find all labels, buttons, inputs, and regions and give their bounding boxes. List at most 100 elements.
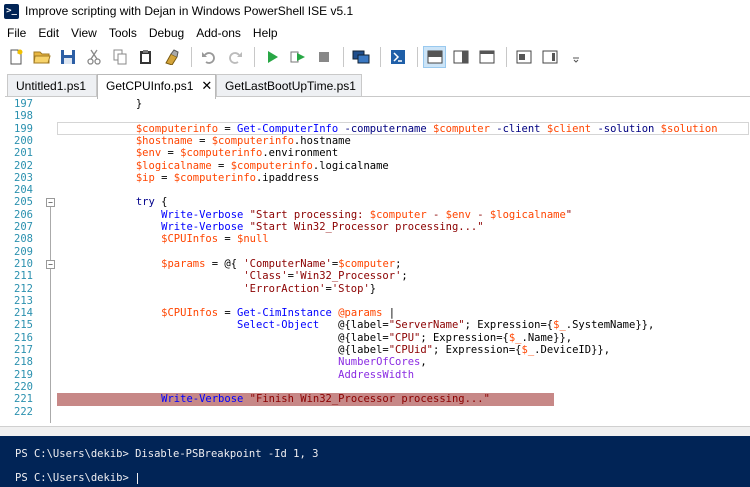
tab-label: Untitled1.ps1	[16, 79, 87, 93]
code-line[interactable]: 215 Select-Object @{label="ServerName"; …	[5, 319, 750, 331]
redo-icon[interactable]	[223, 46, 246, 68]
line-number: 201	[14, 147, 33, 160]
show-command-addon-icon[interactable]	[538, 46, 561, 68]
code-line[interactable]: 198	[5, 110, 750, 122]
code-text: Write-Verbose "Start Win32_Processor pro…	[161, 221, 484, 233]
menu-addons[interactable]: Add-ons	[190, 23, 247, 43]
close-icon[interactable]: ✕	[201, 78, 212, 93]
code-line[interactable]: 221 Write-Verbose "Finish Win32_Processo…	[5, 393, 750, 405]
collapse-icon[interactable]: −	[46, 198, 55, 208]
toolbar-separator	[380, 47, 381, 67]
code-line[interactable]: 197 }	[5, 98, 750, 110]
code-text: 'Class'='Win32_Processor';	[243, 270, 408, 283]
code-line[interactable]: 207 Write-Verbose "Start Win32_Processor…	[5, 221, 750, 233]
pane-splitter[interactable]	[0, 426, 750, 436]
line-number: 198	[14, 110, 33, 123]
code-line[interactable]: 210 − $params = @{ 'ComputerName'=$comput…	[5, 258, 750, 270]
tab-label: GetLastBootUpTime.ps1	[225, 79, 356, 93]
code-text: Write-Verbose "Finish Win32_Processor pr…	[161, 393, 490, 406]
tab-untitled1[interactable]: Untitled1.ps1	[7, 74, 97, 98]
new-file-icon[interactable]	[4, 46, 27, 68]
line-number: 205	[14, 196, 33, 209]
code-line[interactable]: 211 'Class'='Win32_Processor';	[5, 270, 750, 282]
code-line[interactable]: 208 $CPUInfos = $null	[5, 233, 750, 245]
toolbar-separator	[506, 47, 507, 67]
code-text: 'ErrorAction'='Stop'}	[243, 282, 377, 295]
console-pane[interactable]: PS C:\Users\dekib> Disable-PSBreakpoint …	[0, 436, 750, 487]
menu-tools[interactable]: Tools	[103, 23, 143, 43]
line-number: 215	[14, 319, 33, 332]
line-number: 204	[14, 184, 33, 197]
open-folder-icon[interactable]	[30, 46, 53, 68]
show-script-pane-top-icon[interactable]	[423, 46, 446, 68]
code-text: Write-Verbose "Start processing: $comput…	[161, 208, 573, 221]
script-editor[interactable]: 197 } 198 199 $computerinfo = Get-Computer…	[5, 96, 750, 426]
line-number: 212	[14, 282, 33, 295]
console-prompt-line[interactable]: PS C:\Users\dekib>	[15, 472, 139, 484]
menu-view[interactable]: View	[65, 23, 103, 43]
collapse-icon[interactable]: −	[46, 259, 55, 269]
code-line[interactable]: 212 'ErrorAction'='Stop'}	[5, 283, 750, 295]
code-line[interactable]: 200 $hostname = $computerinfo.hostname	[5, 135, 750, 147]
paste-icon[interactable]	[134, 46, 157, 68]
save-icon[interactable]	[56, 46, 79, 68]
code-text: try {	[135, 196, 168, 209]
stop-icon[interactable]	[312, 46, 335, 68]
show-script-pane-maximized-icon[interactable]	[475, 46, 498, 68]
menu-file[interactable]: File	[0, 23, 32, 43]
code-line[interactable]: 218 NumberOfCores,	[5, 356, 750, 368]
line-number: 209	[14, 245, 33, 258]
tab-getlastbootuptime[interactable]: GetLastBootUpTime.ps1	[216, 74, 362, 98]
code-text: $hostname = $computerinfo.hostname	[135, 134, 351, 147]
code-line[interactable]: 201 $env = $computerinfo.environment	[5, 147, 750, 159]
code-line[interactable]: 216 @{label="CPU"; Expression={$_.Name}}…	[5, 332, 750, 344]
show-command-window-icon[interactable]	[512, 46, 535, 68]
tab-getcpuinfo[interactable]: GetCPUInfo.ps1 ✕	[97, 74, 216, 99]
code-line[interactable]: 199 $computerinfo = Get-ComputerInfo -co…	[5, 123, 750, 135]
code-text: $CPUInfos = Get-CimInstance @params |	[161, 307, 396, 320]
code-text: $logicalname = $computerinfo.logicalname	[135, 159, 389, 172]
code-text: Select-Object @{label="ServerName"; Expr…	[237, 319, 655, 332]
cut-icon[interactable]	[82, 46, 105, 68]
code-text: $env = $computerinfo.environment	[135, 147, 339, 160]
toolbar-overflow-icon[interactable]	[564, 46, 587, 68]
menu-help[interactable]: Help	[247, 23, 284, 43]
code-text: $params = @{ 'ComputerName'=$computer;	[161, 257, 402, 270]
line-number: 197	[14, 98, 33, 110]
code-line[interactable]: 205 − try {	[5, 196, 750, 208]
line-number: 222	[14, 405, 33, 418]
code-line[interactable]: 213	[5, 295, 750, 307]
run-script-icon[interactable]	[260, 46, 283, 68]
code-line[interactable]: 222	[5, 406, 750, 418]
start-powershell-icon[interactable]	[386, 46, 409, 68]
code-text: NumberOfCores,	[338, 356, 427, 369]
copy-icon[interactable]	[108, 46, 131, 68]
run-selection-icon[interactable]	[286, 46, 309, 68]
menu-debug[interactable]: Debug	[143, 23, 190, 43]
code-line[interactable]: 219 AddressWidth	[5, 369, 750, 381]
code-line[interactable]: 204	[5, 184, 750, 196]
script-tab-strip: Untitled1.ps1 GetCPUInfo.ps1 ✕ GetLastBoo…	[0, 72, 750, 99]
powershell-ise-icon: >_	[4, 3, 19, 19]
menu-edit[interactable]: Edit	[32, 23, 65, 43]
line-number: 213	[14, 294, 33, 307]
code-line[interactable]: 220	[5, 381, 750, 393]
new-remote-tab-icon[interactable]	[349, 46, 372, 68]
line-number: 217	[14, 344, 33, 356]
line-number: 202	[14, 159, 33, 172]
code-line[interactable]: 217 @{label="CPUid"; Expression={$_.Devi…	[5, 344, 750, 356]
clear-icon[interactable]	[160, 46, 183, 68]
code-line[interactable]: 209	[5, 246, 750, 258]
window-title: Improve scripting with Dejan in Windows …	[25, 4, 354, 18]
show-script-pane-right-icon[interactable]	[449, 46, 472, 68]
console-history-line: PS C:\Users\dekib> Disable-PSBreakpoint …	[15, 448, 319, 460]
undo-icon[interactable]	[197, 46, 220, 68]
code-line[interactable]: 214 $CPUInfos = Get-CimInstance @params …	[5, 307, 750, 319]
code-line[interactable]: 202 $logicalname = $computerinfo.logical…	[5, 160, 750, 172]
line-number: 200	[14, 134, 33, 147]
toolbar-separator	[254, 47, 255, 67]
menu-bar: File Edit View Tools Debug Add-ons Help	[0, 23, 750, 43]
code-line[interactable]: 203 $ip = $computerinfo.ipaddress	[5, 172, 750, 184]
toolbar	[0, 43, 750, 71]
code-line[interactable]: 206 Write-Verbose "Start processing: $co…	[5, 209, 750, 221]
